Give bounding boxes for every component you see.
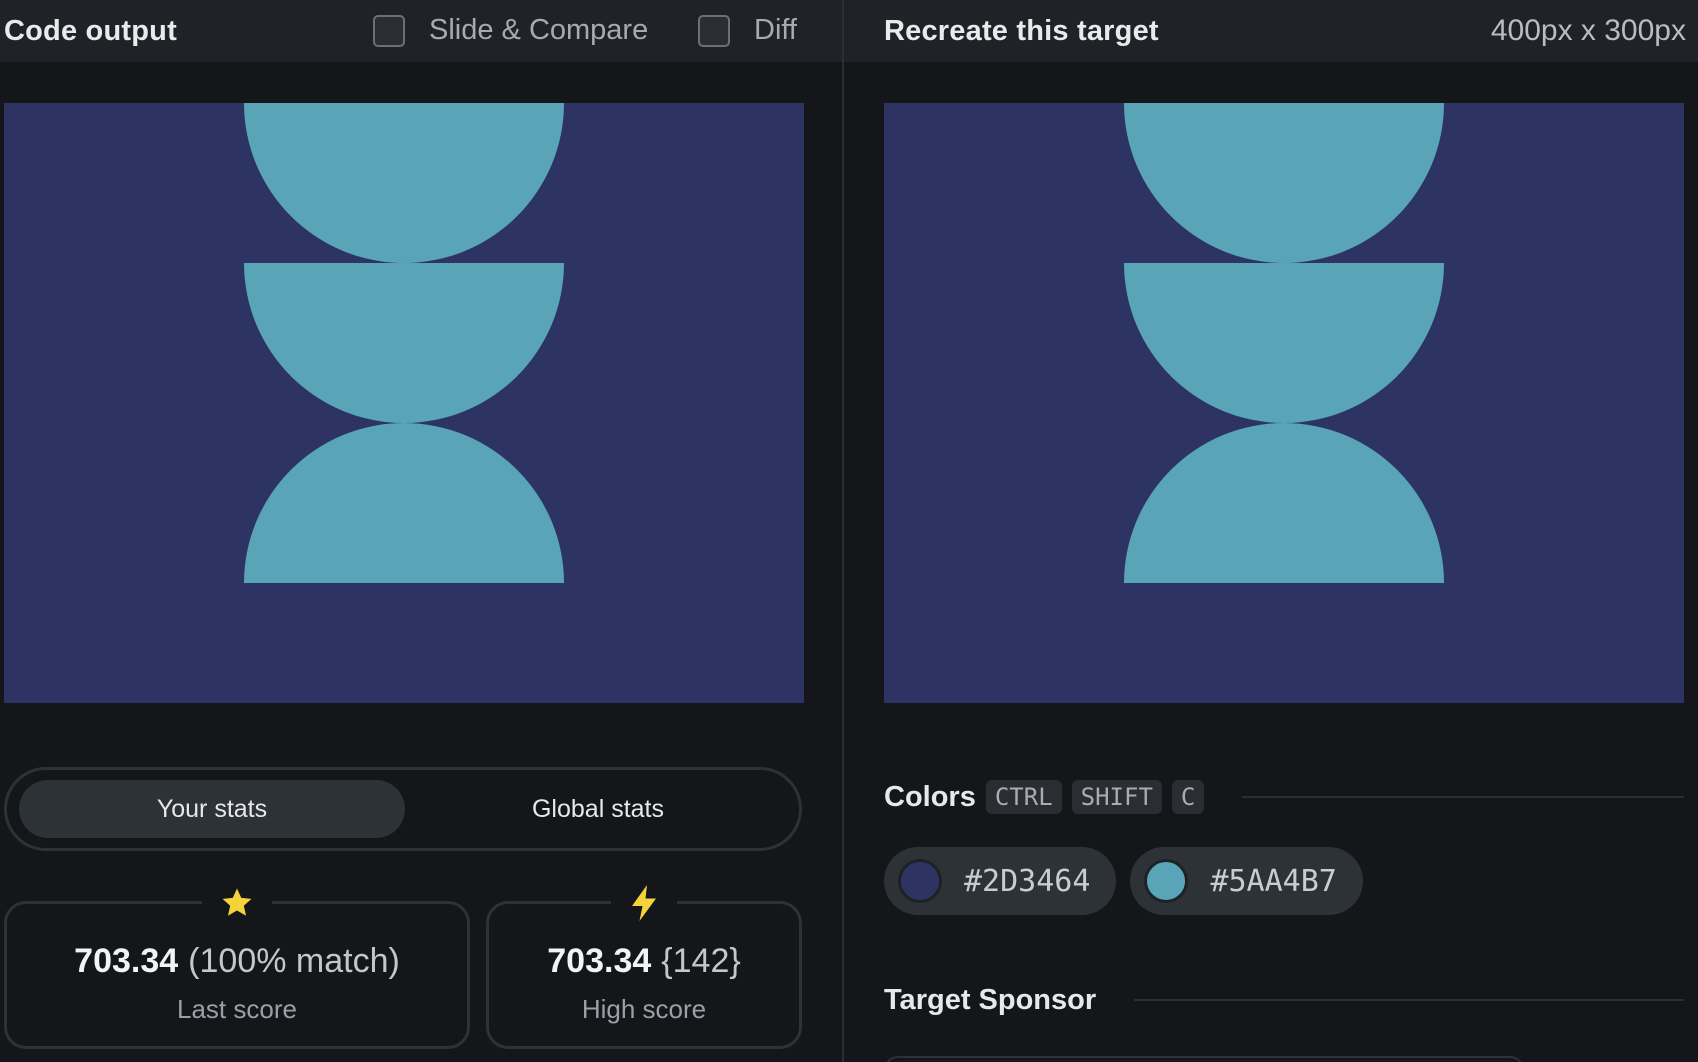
last-score-line: 703.34 (100% match) [7,942,467,981]
colors-title: Colors [884,780,976,813]
section-divider [1242,796,1684,798]
high-score-value: 703.34 [547,942,652,980]
code-output-pane: Code output Slide & Compare Diff Your st… [0,0,842,1062]
shortcut-key-ctrl: CTRL [985,780,1062,814]
sponsor-card[interactable] [884,1056,1524,1062]
high-score-label: High score [581,994,707,1024]
diff-label[interactable]: Diff [754,14,797,47]
sponsor-title: Target Sponsor [884,983,1097,1016]
target-header: Recreate this target 400px x 300px [844,0,1698,62]
target-pane: Recreate this target 400px x 300px Color… [844,0,1698,1062]
target-size: 400px x 300px [1490,14,1686,47]
color-swatch[interactable]: #5AA4B7 [1130,847,1363,915]
tab-global-stats[interactable]: Global stats [405,780,791,838]
tab-your-stats[interactable]: Your stats [19,780,405,838]
high-score-count: {142} [661,942,741,980]
target-shapes [1124,103,1444,583]
swatch-hex: #2D3464 [964,863,1091,899]
bottom-semicircle [244,423,564,583]
color-swatch[interactable]: #2D3464 [884,847,1117,915]
star-icon [202,882,272,924]
diff-toggle[interactable]: Diff [698,14,797,47]
lightning-icon [611,882,677,924]
top-semicircle [1124,103,1444,263]
shortcut-key-shift: SHIFT [1071,780,1162,814]
code-output-title: Code output [4,14,177,47]
middle-semicircle [1124,263,1444,423]
shortcut-key-c: C [1171,780,1205,814]
stats-toggle: Your stats Global stats [4,767,802,851]
section-divider [1134,999,1684,1001]
diff-checkbox[interactable] [698,14,730,47]
last-score-value: 703.34 [74,942,179,980]
slide-compare-toggle[interactable]: Slide & Compare [373,14,648,47]
target-canvas [884,103,1684,703]
color-swatches: #2D3464 #5AA4B7 [884,847,1377,915]
top-semicircle [244,103,564,263]
output-shapes [244,103,564,583]
slide-compare-label[interactable]: Slide & Compare [429,14,648,47]
middle-semicircle [244,263,564,423]
colors-header: Colors CTRL SHIFT C [884,774,1684,820]
swatch-dot [898,859,942,903]
swatch-dot [1144,859,1189,903]
output-canvas[interactable] [4,103,804,703]
target-title: Recreate this target [884,14,1159,47]
high-score-card: 703.34 {142} High score [486,882,802,1049]
slide-compare-checkbox[interactable] [373,14,405,47]
high-score-line: 703.34 {142} [489,942,799,981]
last-score-card: 703.34 (100% match) Last score [4,882,470,1049]
swatch-hex: #5AA4B7 [1210,863,1337,899]
last-score-match: (100% match) [188,942,400,980]
sponsor-header: Target Sponsor [884,977,1684,1023]
last-score-label: Last score [177,994,297,1024]
bottom-semicircle [1124,423,1444,583]
